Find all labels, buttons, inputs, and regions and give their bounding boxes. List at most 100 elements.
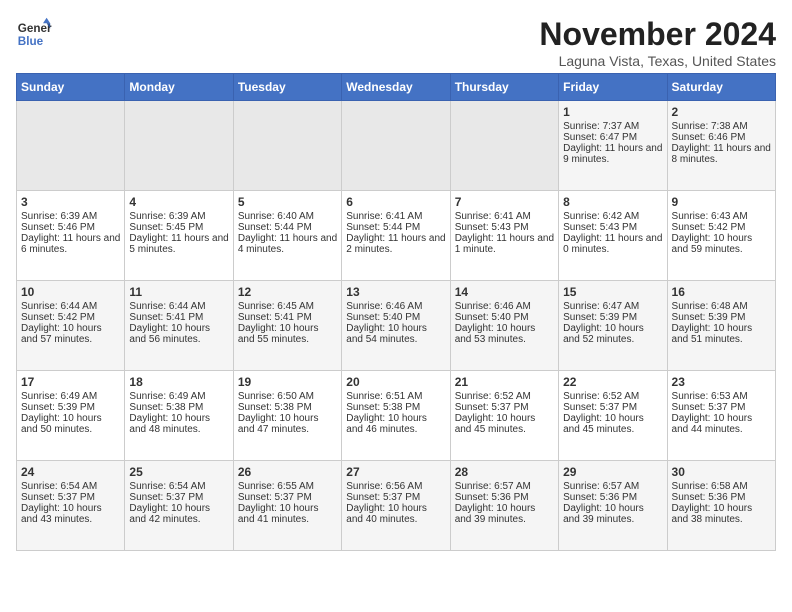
calendar-cell: 6Sunrise: 6:41 AMSunset: 5:44 PMDaylight… bbox=[342, 191, 450, 281]
sunset-text: Sunset: 5:38 PM bbox=[129, 402, 203, 413]
daylight-text: Daylight: 10 hours and 57 minutes. bbox=[21, 323, 102, 345]
calendar-cell: 8Sunrise: 6:42 AMSunset: 5:43 PMDaylight… bbox=[559, 191, 667, 281]
calendar-cell: 24Sunrise: 6:54 AMSunset: 5:37 PMDayligh… bbox=[17, 461, 125, 551]
sunset-text: Sunset: 5:46 PM bbox=[21, 222, 95, 233]
day-number: 5 bbox=[238, 195, 337, 209]
sunrise-text: Sunrise: 6:39 AM bbox=[129, 211, 205, 222]
calendar-cell: 13Sunrise: 6:46 AMSunset: 5:40 PMDayligh… bbox=[342, 281, 450, 371]
sunset-text: Sunset: 5:43 PM bbox=[563, 222, 637, 233]
day-number: 17 bbox=[21, 375, 120, 389]
daylight-text: Daylight: 11 hours and 5 minutes. bbox=[129, 233, 228, 255]
day-number: 18 bbox=[129, 375, 228, 389]
daylight-text: Daylight: 10 hours and 42 minutes. bbox=[129, 503, 210, 525]
day-number: 9 bbox=[672, 195, 771, 209]
day-number: 3 bbox=[21, 195, 120, 209]
sunset-text: Sunset: 5:38 PM bbox=[346, 402, 420, 413]
day-number: 4 bbox=[129, 195, 228, 209]
weekday-header: Sunday bbox=[17, 74, 125, 101]
title-section: November 2024 Laguna Vista, Texas, Unite… bbox=[539, 16, 776, 69]
sunrise-text: Sunrise: 6:55 AM bbox=[238, 481, 314, 492]
calendar-cell: 29Sunrise: 6:57 AMSunset: 5:36 PMDayligh… bbox=[559, 461, 667, 551]
sunrise-text: Sunrise: 6:46 AM bbox=[346, 301, 422, 312]
sunrise-text: Sunrise: 6:51 AM bbox=[346, 391, 422, 402]
daylight-text: Daylight: 10 hours and 56 minutes. bbox=[129, 323, 210, 345]
daylight-text: Daylight: 10 hours and 55 minutes. bbox=[238, 323, 319, 345]
sunrise-text: Sunrise: 6:41 AM bbox=[346, 211, 422, 222]
daylight-text: Daylight: 10 hours and 59 minutes. bbox=[672, 233, 753, 255]
calendar-week-row: 1Sunrise: 7:37 AMSunset: 6:47 PMDaylight… bbox=[17, 101, 776, 191]
calendar-cell: 15Sunrise: 6:47 AMSunset: 5:39 PMDayligh… bbox=[559, 281, 667, 371]
daylight-text: Daylight: 10 hours and 45 minutes. bbox=[563, 413, 644, 435]
day-number: 10 bbox=[21, 285, 120, 299]
sunset-text: Sunset: 5:41 PM bbox=[129, 312, 203, 323]
day-number: 1 bbox=[563, 105, 662, 119]
calendar-week-row: 24Sunrise: 6:54 AMSunset: 5:37 PMDayligh… bbox=[17, 461, 776, 551]
sunrise-text: Sunrise: 6:53 AM bbox=[672, 391, 748, 402]
sunset-text: Sunset: 5:42 PM bbox=[672, 222, 746, 233]
sunset-text: Sunset: 5:37 PM bbox=[238, 492, 312, 503]
calendar-cell bbox=[450, 101, 558, 191]
sunset-text: Sunset: 5:45 PM bbox=[129, 222, 203, 233]
day-number: 24 bbox=[21, 465, 120, 479]
sunset-text: Sunset: 5:40 PM bbox=[455, 312, 529, 323]
weekday-header: Monday bbox=[125, 74, 233, 101]
calendar-cell: 2Sunrise: 7:38 AMSunset: 6:46 PMDaylight… bbox=[667, 101, 775, 191]
sunset-text: Sunset: 5:37 PM bbox=[346, 492, 420, 503]
calendar-cell: 12Sunrise: 6:45 AMSunset: 5:41 PMDayligh… bbox=[233, 281, 341, 371]
sunset-text: Sunset: 5:37 PM bbox=[455, 402, 529, 413]
day-number: 23 bbox=[672, 375, 771, 389]
daylight-text: Daylight: 10 hours and 48 minutes. bbox=[129, 413, 210, 435]
calendar-cell: 10 Sunrise: 6:44 AMSunset: 5:42 PMDayligh… bbox=[17, 281, 125, 371]
calendar-cell: 5Sunrise: 6:40 AMSunset: 5:44 PMDaylight… bbox=[233, 191, 341, 281]
calendar-table: SundayMondayTuesdayWednesdayThursdayFrid… bbox=[16, 73, 776, 551]
day-number: 25 bbox=[129, 465, 228, 479]
calendar-cell: 17Sunrise: 6:49 AMSunset: 5:39 PMDayligh… bbox=[17, 371, 125, 461]
day-number: 15 bbox=[563, 285, 662, 299]
sunrise-text: Sunrise: 6:52 AM bbox=[563, 391, 639, 402]
sunset-text: Sunset: 5:39 PM bbox=[563, 312, 637, 323]
sunrise-text: Sunrise: 6:57 AM bbox=[563, 481, 639, 492]
sunrise-text: Sunrise: 6:41 AM bbox=[455, 211, 531, 222]
calendar-cell bbox=[233, 101, 341, 191]
daylight-text: Daylight: 10 hours and 44 minutes. bbox=[672, 413, 753, 435]
sunset-text: Sunset: 5:36 PM bbox=[455, 492, 529, 503]
weekday-header: Thursday bbox=[450, 74, 558, 101]
sunset-text: Sunset: 5:43 PM bbox=[455, 222, 529, 233]
day-number: 29 bbox=[563, 465, 662, 479]
daylight-text: Daylight: 10 hours and 54 minutes. bbox=[346, 323, 427, 345]
sunset-text: Sunset: 5:42 PM bbox=[21, 312, 95, 323]
sunset-text: Sunset: 6:46 PM bbox=[672, 132, 746, 143]
day-number: 14 bbox=[455, 285, 554, 299]
sunrise-text: Sunrise: 6:40 AM bbox=[238, 211, 314, 222]
sunrise-text: Sunrise: 6:49 AM bbox=[129, 391, 205, 402]
calendar-cell: 21Sunrise: 6:52 AMSunset: 5:37 PMDayligh… bbox=[450, 371, 558, 461]
location-title: Laguna Vista, Texas, United States bbox=[539, 53, 776, 69]
calendar-cell bbox=[125, 101, 233, 191]
weekday-header-row: SundayMondayTuesdayWednesdayThursdayFrid… bbox=[17, 74, 776, 101]
sunrise-text: Sunrise: 6:43 AM bbox=[672, 211, 748, 222]
calendar-week-row: 17Sunrise: 6:49 AMSunset: 5:39 PMDayligh… bbox=[17, 371, 776, 461]
daylight-text: Daylight: 10 hours and 43 minutes. bbox=[21, 503, 102, 525]
sunrise-text: Sunrise: 6:44 AM bbox=[21, 301, 97, 312]
daylight-text: Daylight: 10 hours and 52 minutes. bbox=[563, 323, 644, 345]
day-number: 2 bbox=[672, 105, 771, 119]
calendar-cell: 1Sunrise: 7:37 AMSunset: 6:47 PMDaylight… bbox=[559, 101, 667, 191]
daylight-text: Daylight: 10 hours and 41 minutes. bbox=[238, 503, 319, 525]
sunset-text: Sunset: 5:44 PM bbox=[238, 222, 312, 233]
sunrise-text: Sunrise: 7:38 AM bbox=[672, 121, 748, 132]
daylight-text: Daylight: 10 hours and 51 minutes. bbox=[672, 323, 753, 345]
daylight-text: Daylight: 11 hours and 9 minutes. bbox=[563, 143, 662, 165]
sunrise-text: Sunrise: 6:54 AM bbox=[129, 481, 205, 492]
sunset-text: Sunset: 5:37 PM bbox=[672, 402, 746, 413]
sunrise-text: Sunrise: 6:49 AM bbox=[21, 391, 97, 402]
day-number: 21 bbox=[455, 375, 554, 389]
sunset-text: Sunset: 6:47 PM bbox=[563, 132, 637, 143]
sunrise-text: Sunrise: 6:56 AM bbox=[346, 481, 422, 492]
sunset-text: Sunset: 5:36 PM bbox=[563, 492, 637, 503]
calendar-cell: 20Sunrise: 6:51 AMSunset: 5:38 PMDayligh… bbox=[342, 371, 450, 461]
sunset-text: Sunset: 5:44 PM bbox=[346, 222, 420, 233]
daylight-text: Daylight: 11 hours and 1 minute. bbox=[455, 233, 554, 255]
svg-text:Blue: Blue bbox=[18, 35, 44, 48]
sunset-text: Sunset: 5:39 PM bbox=[672, 312, 746, 323]
daylight-text: Daylight: 10 hours and 45 minutes. bbox=[455, 413, 536, 435]
